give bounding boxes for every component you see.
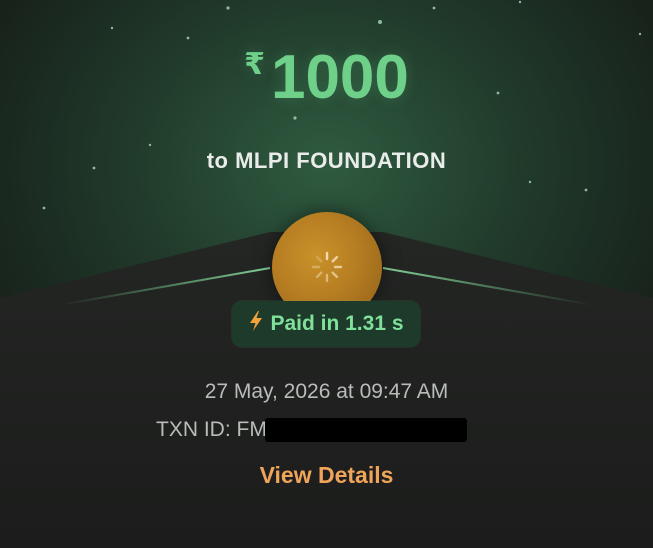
amount-value: 1000 [270, 43, 409, 112]
redacted-transaction-id [264, 418, 467, 442]
payment-success-screen: ₹1000 to MLPI FOUNDATION Paid in 1.31 s … [0, 0, 653, 548]
currency-symbol: ₹ [244, 48, 265, 81]
view-details-link[interactable]: View Details [0, 462, 653, 489]
transaction-id-label: TXN ID: FM [156, 418, 267, 441]
paid-status-badge: Paid in 1.31 s [232, 301, 420, 347]
lightning-bolt-icon [248, 310, 264, 338]
transaction-datetime: 27 May, 2026 at 09:47 AM [204, 380, 449, 403]
payment-amount: ₹1000 [0, 42, 653, 113]
paid-status-text: Paid in 1.31 s [270, 312, 404, 335]
loading-spinner-icon [311, 251, 343, 283]
recipient-name: to MLPI FOUNDATION [206, 148, 447, 173]
transaction-id-row: TXN ID: FM [156, 418, 467, 442]
